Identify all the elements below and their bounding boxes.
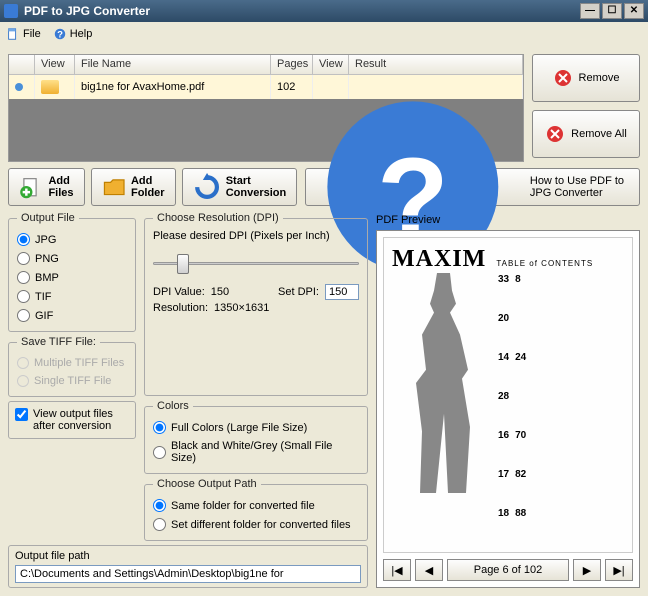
radio-same-folder[interactable] bbox=[153, 499, 166, 512]
radio-single-tiff bbox=[17, 375, 29, 387]
output-path-legend: Choose Output Path bbox=[153, 478, 261, 490]
radio-multi-tiff bbox=[17, 357, 29, 369]
view-output-label: View output files after conversion bbox=[33, 408, 129, 432]
svg-text:?: ? bbox=[57, 30, 63, 41]
resolution-label: Resolution: bbox=[153, 302, 208, 314]
add-folder-button[interactable]: Add Folder bbox=[91, 168, 176, 206]
remove-all-button[interactable]: Remove All bbox=[532, 110, 640, 158]
save-tiff-group: Save TIFF File: Multiple TIFF Files Sing… bbox=[8, 336, 136, 397]
add-folder-label: Add Folder bbox=[131, 175, 165, 199]
set-dpi-input[interactable] bbox=[325, 284, 359, 300]
howto-button[interactable]: ? How to Use PDF to JPG Converter bbox=[305, 168, 640, 206]
nav-next-button[interactable]: ▶ bbox=[573, 559, 601, 581]
label-diff-folder: Set different folder for converted files bbox=[171, 519, 351, 531]
view-output-group: View output files after conversion bbox=[8, 401, 136, 439]
radio-png[interactable] bbox=[17, 252, 30, 265]
add-files-button[interactable]: Add Files bbox=[8, 168, 85, 206]
nav-first-button[interactable]: |◀ bbox=[383, 559, 411, 581]
folder-icon bbox=[41, 80, 59, 94]
start-conversion-button[interactable]: Start Conversion bbox=[182, 168, 298, 206]
output-file-path-legend: Output file path bbox=[15, 550, 361, 562]
radio-jpg[interactable] bbox=[17, 233, 30, 246]
output-file-legend: Output File bbox=[17, 212, 79, 224]
app-icon bbox=[4, 4, 18, 18]
close-button[interactable]: ✕ bbox=[624, 3, 644, 19]
label-jpg: JPG bbox=[35, 234, 56, 246]
dpi-slider[interactable] bbox=[153, 248, 359, 278]
preview-navbar: |◀ ◀ Page 6 of 102 ▶ ▶| bbox=[383, 559, 633, 581]
label-gif: GIF bbox=[35, 310, 53, 322]
remove-button[interactable]: Remove bbox=[532, 54, 640, 102]
preview-page: MAXIM TABLE of CONTENTS 338 20 1424 28 1… bbox=[383, 237, 633, 553]
row-filename: big1ne for AvaxHome.pdf bbox=[75, 75, 271, 99]
title-bar: PDF to JPG Converter — ☐ ✕ bbox=[0, 0, 648, 22]
save-tiff-legend: Save TIFF File: bbox=[17, 336, 100, 348]
file-icon bbox=[6, 27, 20, 41]
output-path-group: Choose Output Path Same folder for conve… bbox=[144, 478, 368, 541]
col-filename[interactable]: File Name bbox=[75, 55, 271, 74]
dpi-value: 150 bbox=[211, 286, 229, 298]
page-indicator: Page 6 of 102 bbox=[447, 559, 569, 581]
help-icon: ? bbox=[53, 27, 67, 41]
menu-file[interactable]: File bbox=[6, 27, 41, 41]
dpi-value-label: DPI Value: bbox=[153, 286, 205, 298]
col-result[interactable]: Result bbox=[349, 55, 523, 74]
row-bullet-icon bbox=[15, 83, 23, 91]
window-title: PDF to JPG Converter bbox=[24, 4, 578, 18]
output-file-group: Output File JPG PNG BMP TIF GIF bbox=[8, 212, 136, 332]
dpi-legend: Choose Resolution (DPI) bbox=[153, 212, 283, 224]
add-files-label: Add Files bbox=[48, 175, 73, 199]
view-output-checkbox[interactable] bbox=[15, 408, 28, 421]
start-conversion-label: Start Conversion bbox=[226, 175, 287, 199]
preview-model-silhouette bbox=[392, 273, 492, 493]
output-file-path-input[interactable] bbox=[15, 565, 361, 583]
menu-help-label: Help bbox=[70, 28, 93, 40]
howto-label: How to Use PDF to JPG Converter bbox=[530, 175, 639, 199]
minimize-button[interactable]: — bbox=[580, 3, 600, 19]
radio-tif[interactable] bbox=[17, 290, 30, 303]
col-pages[interactable]: Pages bbox=[271, 55, 313, 74]
set-dpi-label: Set DPI: bbox=[278, 286, 319, 298]
colors-group: Colors Full Colors (Large File Size) Bla… bbox=[144, 400, 368, 474]
remove-label: Remove bbox=[579, 72, 620, 84]
preview-frame: MAXIM TABLE of CONTENTS 338 20 1424 28 1… bbox=[376, 230, 640, 588]
output-file-path-group: Output file path bbox=[8, 545, 368, 588]
menu-bar: File ? Help bbox=[0, 22, 648, 46]
label-single-tiff: Single TIFF File bbox=[34, 375, 111, 387]
menu-file-label: File bbox=[23, 28, 41, 40]
radio-full-colors[interactable] bbox=[153, 421, 166, 434]
dpi-group: Choose Resolution (DPI) Please desired D… bbox=[144, 212, 368, 396]
add-folder-icon bbox=[102, 175, 126, 199]
label-bmp: BMP bbox=[35, 272, 59, 284]
col-view2[interactable]: View bbox=[313, 55, 349, 74]
nav-last-button[interactable]: ▶| bbox=[605, 559, 633, 581]
add-files-icon bbox=[19, 175, 43, 199]
radio-bmp[interactable] bbox=[17, 271, 30, 284]
file-list-header: View File Name Pages View Result bbox=[9, 55, 523, 75]
remove-icon bbox=[553, 68, 573, 88]
preview-magazine-title: MAXIM bbox=[392, 246, 486, 273]
col-view[interactable]: View bbox=[35, 55, 75, 74]
label-same-folder: Same folder for converted file bbox=[171, 500, 315, 512]
menu-help[interactable]: ? Help bbox=[53, 27, 93, 41]
label-png: PNG bbox=[35, 253, 59, 265]
radio-gif[interactable] bbox=[17, 309, 30, 322]
dpi-hint: Please desired DPI (Pixels per Inch) bbox=[153, 230, 359, 242]
radio-diff-folder[interactable] bbox=[153, 518, 166, 531]
convert-icon bbox=[193, 173, 221, 201]
radio-bw[interactable] bbox=[153, 446, 166, 459]
maximize-button[interactable]: ☐ bbox=[602, 3, 622, 19]
label-full-colors: Full Colors (Large File Size) bbox=[171, 422, 307, 434]
nav-prev-button[interactable]: ◀ bbox=[415, 559, 443, 581]
resolution-value: 1350×1631 bbox=[214, 302, 269, 314]
label-tif: TIF bbox=[35, 291, 52, 303]
label-bw: Black and White/Grey (Small File Size) bbox=[171, 440, 359, 464]
colors-legend: Colors bbox=[153, 400, 193, 412]
remove-all-label: Remove All bbox=[571, 128, 627, 140]
preview-toc-label: TABLE of CONTENTS bbox=[496, 259, 593, 268]
preview-label: PDF Preview bbox=[376, 212, 640, 230]
remove-all-icon bbox=[545, 124, 565, 144]
preview-toc-grid: 338 20 1424 28 1670 1782 1888 bbox=[498, 273, 526, 544]
label-multi-tiff: Multiple TIFF Files bbox=[34, 357, 124, 369]
